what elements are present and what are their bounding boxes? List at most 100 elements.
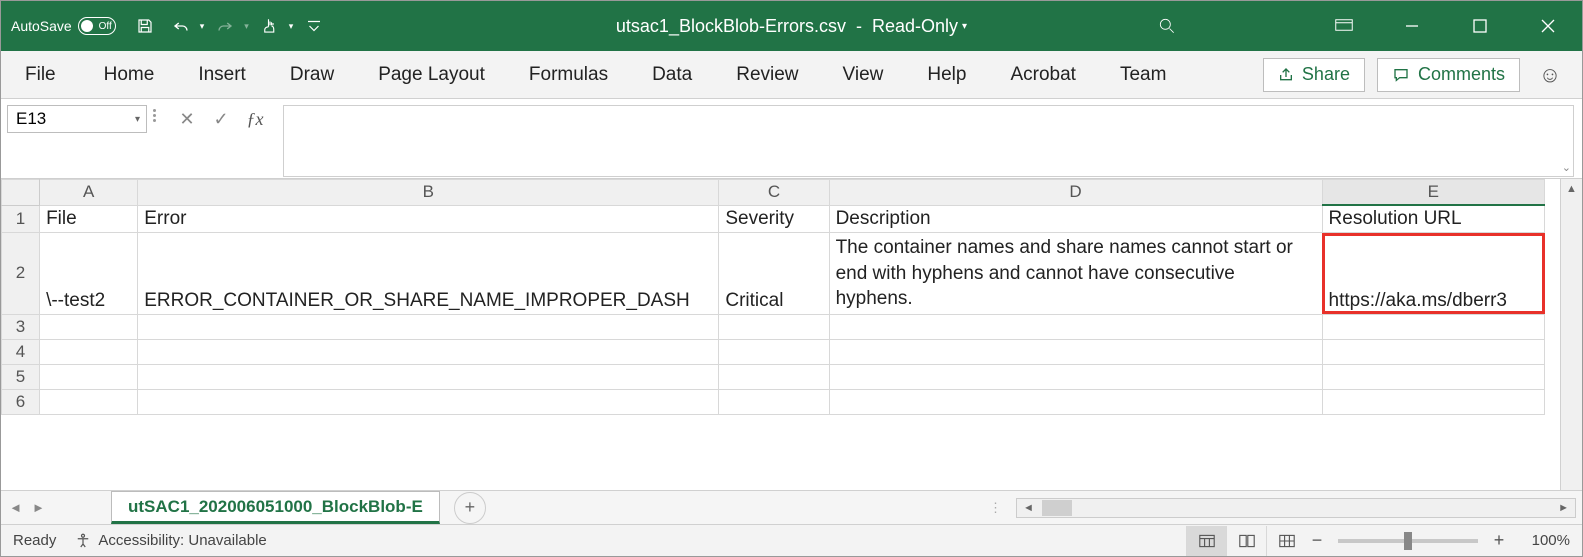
cell[interactable]: Critical (719, 233, 829, 315)
row-header[interactable]: 3 (2, 314, 40, 339)
read-only-dropdown[interactable]: Read-Only ▾ (872, 16, 967, 37)
tab-home[interactable]: Home (82, 52, 177, 98)
row-header[interactable]: 1 (2, 205, 40, 233)
comments-button[interactable]: Comments (1377, 58, 1520, 92)
fx-icon[interactable]: ƒx (239, 105, 271, 133)
sheet-tab-active[interactable]: utSAC1_202006051000_BlockBlob-E (111, 491, 440, 524)
tab-file[interactable]: File (11, 52, 82, 98)
vertical-scrollbar[interactable]: ▲ (1560, 179, 1582, 490)
cell[interactable] (138, 364, 719, 389)
redo-dropdown-icon[interactable]: ▾ (244, 21, 249, 32)
cell[interactable] (40, 339, 138, 364)
cell[interactable] (40, 314, 138, 339)
tab-resize-handle[interactable]: ⋮ (981, 500, 1010, 516)
row-header[interactable]: 5 (2, 364, 40, 389)
ribbon-display-options-icon[interactable] (1310, 1, 1378, 51)
cell[interactable] (719, 389, 829, 414)
col-header-e[interactable]: E (1322, 180, 1544, 206)
col-header-b[interactable]: B (138, 180, 719, 206)
zoom-slider-thumb[interactable] (1404, 532, 1412, 550)
cell[interactable] (1322, 364, 1544, 389)
new-sheet-button[interactable]: + (454, 492, 486, 524)
cell[interactable] (829, 314, 1322, 339)
tab-help[interactable]: Help (905, 52, 988, 98)
search-icon[interactable] (1144, 3, 1190, 49)
cell[interactable] (40, 389, 138, 414)
cell-highlighted[interactable]: https://aka.ms/dberr3 (1322, 233, 1544, 315)
tab-view[interactable]: View (821, 52, 906, 98)
cell[interactable] (829, 339, 1322, 364)
cell[interactable] (719, 339, 829, 364)
zoom-slider[interactable] (1338, 539, 1478, 543)
cell[interactable] (1322, 339, 1544, 364)
col-header-c[interactable]: C (719, 180, 829, 206)
autosave-toggle[interactable]: AutoSave Off (11, 17, 116, 35)
cell[interactable]: The container names and share names cann… (829, 233, 1322, 315)
row-header[interactable]: 6 (2, 389, 40, 414)
cell[interactable] (138, 339, 719, 364)
cell[interactable] (1322, 389, 1544, 414)
cell[interactable] (829, 389, 1322, 414)
tab-team[interactable]: Team (1098, 52, 1188, 98)
tab-review[interactable]: Review (714, 52, 820, 98)
qat-customize-icon[interactable] (299, 11, 329, 41)
cell[interactable] (829, 364, 1322, 389)
cell[interactable]: Resolution URL (1322, 205, 1544, 233)
scroll-up-icon[interactable]: ▲ (1566, 183, 1577, 195)
view-page-break-icon[interactable] (1266, 526, 1306, 556)
cell[interactable]: Error (138, 205, 719, 233)
zoom-out-button[interactable]: − (1306, 530, 1328, 551)
cancel-formula-icon[interactable]: ✕ (171, 105, 203, 133)
cell[interactable]: \--test2 (40, 233, 138, 315)
undo-icon[interactable] (166, 11, 196, 41)
scroll-left-icon[interactable]: ◄ (1017, 502, 1040, 514)
row-header[interactable]: 4 (2, 339, 40, 364)
cell[interactable] (138, 314, 719, 339)
touch-mode-icon[interactable] (255, 11, 285, 41)
col-header-a[interactable]: A (40, 180, 138, 206)
cell[interactable] (138, 389, 719, 414)
horizontal-scrollbar[interactable]: ◄ ► (1016, 498, 1576, 518)
minimize-button[interactable] (1378, 1, 1446, 51)
zoom-in-button[interactable]: + (1488, 530, 1510, 551)
tab-insert[interactable]: Insert (176, 52, 268, 98)
maximize-button[interactable] (1446, 1, 1514, 51)
autosave-switch[interactable]: Off (78, 17, 116, 35)
sheet-prev-icon[interactable]: ◄ (9, 500, 22, 515)
cell[interactable] (719, 364, 829, 389)
tab-page-layout[interactable]: Page Layout (356, 52, 507, 98)
tab-formulas[interactable]: Formulas (507, 52, 630, 98)
expand-formula-bar-icon[interactable]: ⌄ (1562, 161, 1571, 174)
redo-icon[interactable] (210, 11, 240, 41)
scroll-right-icon[interactable]: ► (1552, 502, 1575, 514)
row-header[interactable]: 2 (2, 233, 40, 315)
cell[interactable] (719, 314, 829, 339)
undo-dropdown-icon[interactable]: ▾ (200, 21, 205, 32)
zoom-value[interactable]: 100% (1510, 532, 1570, 549)
cell[interactable]: File (40, 205, 138, 233)
save-icon[interactable] (130, 11, 160, 41)
enter-formula-icon[interactable]: ✓ (205, 105, 237, 133)
tab-data[interactable]: Data (630, 52, 714, 98)
cell[interactable] (1322, 314, 1544, 339)
chevron-down-icon[interactable]: ▾ (135, 114, 140, 125)
cell[interactable]: ERROR_CONTAINER_OR_SHARE_NAME_IMPROPER_D… (138, 233, 719, 315)
touch-dropdown-icon[interactable]: ▾ (289, 21, 294, 32)
share-button[interactable]: Share (1263, 58, 1365, 92)
formula-input[interactable]: ⌄ (283, 105, 1574, 177)
feedback-smiley-icon[interactable]: ☺ (1532, 57, 1568, 93)
view-normal-icon[interactable] (1186, 526, 1226, 556)
close-button[interactable] (1514, 1, 1582, 51)
accessibility-status[interactable]: Accessibility: Unavailable (74, 532, 266, 550)
sheet-next-icon[interactable]: ► (32, 500, 45, 515)
select-all-corner[interactable] (2, 180, 40, 206)
cell[interactable] (40, 364, 138, 389)
tab-draw[interactable]: Draw (268, 52, 356, 98)
col-header-d[interactable]: D (829, 180, 1322, 206)
tab-acrobat[interactable]: Acrobat (988, 52, 1097, 98)
view-page-layout-icon[interactable] (1226, 526, 1266, 556)
sheet-nav[interactable]: ◄ ► (1, 500, 53, 515)
scroll-thumb[interactable] (1042, 500, 1072, 516)
name-box[interactable]: E13 ▾ (7, 105, 147, 133)
cell[interactable]: Description (829, 205, 1322, 233)
